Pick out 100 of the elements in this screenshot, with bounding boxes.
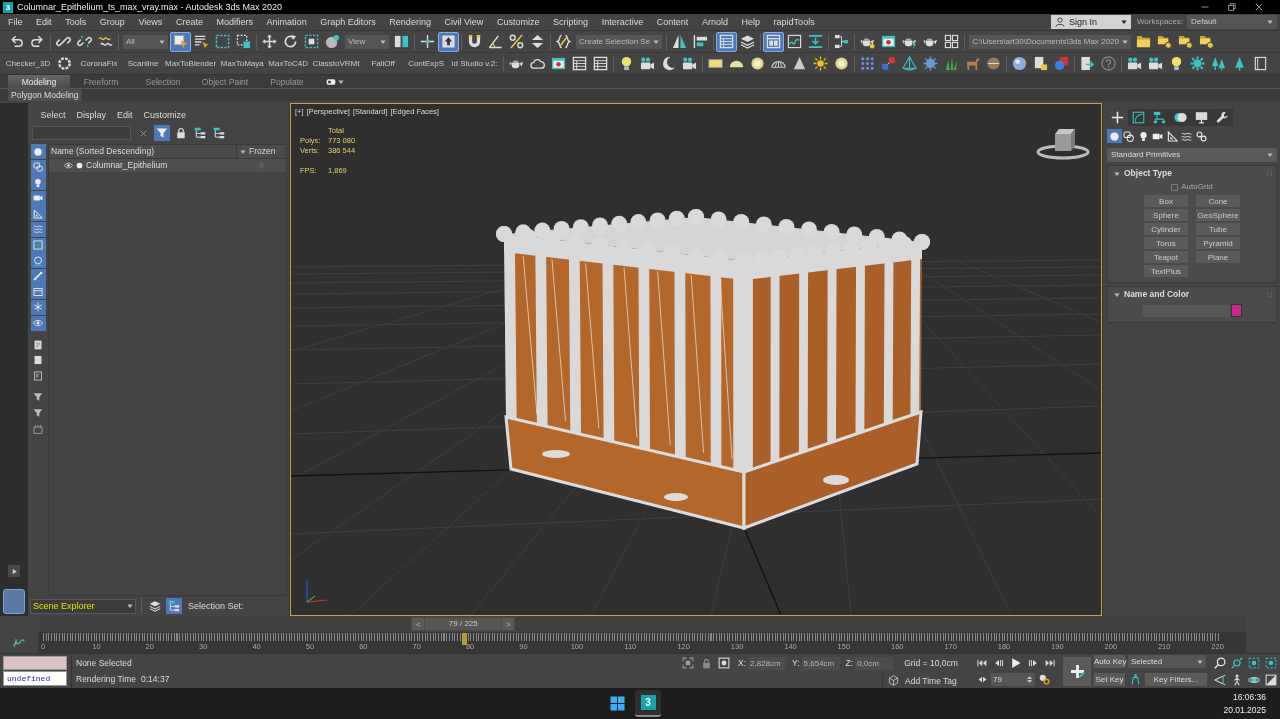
command-panel-tab[interactable] (1128, 109, 1149, 126)
filter-toggle-button[interactable] (30, 315, 46, 331)
current-frame-marker[interactable] (462, 633, 468, 645)
isolate-button[interactable] (680, 655, 696, 671)
toolbar-button[interactable] (763, 31, 785, 52)
filter-toggle-button[interactable] (30, 175, 46, 191)
search-field[interactable] (32, 126, 131, 140)
explorer-tool-button[interactable] (192, 125, 208, 141)
current-frame-field[interactable]: 79 (991, 673, 1035, 686)
menu-item[interactable]: Arnold (695, 16, 735, 28)
filter-toggle-button[interactable] (30, 190, 46, 206)
toolbar-text-button[interactable]: MaxToC4D (266, 54, 311, 73)
toolbar-text-button[interactable]: MaxToBlender (163, 54, 219, 73)
previous-frame-button[interactable]: < (412, 618, 425, 630)
ribbon-tab[interactable]: Freeform (70, 75, 132, 88)
toolbar-text-button[interactable]: ClasstoVRMt (310, 54, 363, 73)
explorer-menu-item[interactable]: Select (35, 110, 71, 121)
toolbar-text-button[interactable]: ContExpS (404, 54, 449, 73)
toolbar-text-button[interactable]: id Studio v.2: (448, 54, 502, 73)
menu-item[interactable]: Rendering (382, 16, 438, 28)
explorer-view-button[interactable] (147, 598, 163, 614)
menu-item[interactable]: Edit (29, 16, 59, 28)
primitive-button[interactable]: TextPlus (1144, 265, 1188, 277)
menu-item[interactable]: Help (734, 16, 767, 28)
tree-row[interactable]: Columnar_Epithelium (49, 159, 286, 172)
primitive-button[interactable]: Sphere (1144, 209, 1188, 221)
ribbon-tab[interactable]: Object Paint (194, 75, 256, 88)
sign-in-button[interactable]: Sign In (1050, 15, 1131, 29)
script-input-field[interactable] (3, 656, 67, 670)
add-time-tag-button[interactable]: Add Time Tag (888, 675, 957, 686)
workspace-dropdown[interactable]: Default (1187, 15, 1277, 29)
rollout-title[interactable]: Object Type (1124, 168, 1173, 179)
script-output-field[interactable]: undefined (3, 671, 67, 686)
filter-toggle-button[interactable] (30, 144, 46, 159)
toolbar-dropdown[interactable]: All (123, 34, 168, 49)
viewport-navigation-button[interactable] (1263, 654, 1279, 671)
ribbon-panel-tab[interactable]: Polygon Modeling (8, 89, 82, 101)
explorer-tool-button[interactable] (154, 125, 170, 141)
primitive-button[interactable]: Tube (1196, 223, 1240, 235)
object-name-field[interactable] (1142, 304, 1230, 317)
ribbon-tab[interactable]: Selection (132, 75, 194, 88)
toolbar-dropdown[interactable]: View (345, 34, 389, 49)
primitive-button[interactable]: Box (1144, 195, 1188, 207)
transform-mode-button[interactable] (716, 655, 732, 671)
explorer-menu-item[interactable]: Customize (138, 110, 192, 121)
rollout-title[interactable]: Name and Color (1124, 289, 1190, 300)
expand-button[interactable] (8, 565, 20, 577)
menu-item[interactable]: Modifiers (209, 16, 260, 28)
next-frame-button[interactable]: > (502, 618, 515, 630)
primitive-button[interactable]: Cone (1196, 195, 1240, 207)
menu-item[interactable]: Create (169, 16, 210, 28)
primitive-button[interactable]: Pyramid (1196, 237, 1240, 249)
menu-item[interactable]: Tools (58, 16, 94, 28)
viewport-navigation-button[interactable] (1246, 654, 1262, 671)
viewport-navigation-button[interactable] (1263, 671, 1279, 688)
time-slider-thumb[interactable]: < 79 / 225 > (411, 617, 516, 631)
primitive-button[interactable]: GeoSphere (1196, 209, 1240, 221)
menu-item[interactable]: Animation (259, 16, 314, 28)
column-header[interactable]: Frozen (249, 146, 276, 157)
toolbar-button[interactable] (716, 31, 738, 52)
primitive-button[interactable]: Teapot (1144, 251, 1188, 263)
menu-item[interactable]: Graph Editors (313, 16, 383, 28)
menu-item[interactable]: rapidTools (766, 16, 822, 28)
toolbar-text-button[interactable]: Scanline (123, 54, 163, 73)
filter-toggle-button[interactable] (30, 253, 46, 269)
toolbar-text-button[interactable]: Checker_3D (2, 54, 54, 73)
toolbar-text-button[interactable]: CoronaFix (75, 54, 123, 73)
auto-key-button[interactable]: Auto Key (1094, 655, 1125, 668)
toolbar-button[interactable] (259, 31, 280, 52)
toolbar-text-button[interactable]: FallOff (362, 54, 405, 73)
key-filters-button[interactable]: Key Filters... (1145, 672, 1207, 686)
column-header[interactable]: Name (Sorted Descending) (49, 146, 236, 157)
primitive-button[interactable]: Cylinder (1144, 223, 1188, 235)
toolbar-dropdown[interactable]: Create Selection Se (576, 34, 663, 49)
toolbar-button[interactable] (438, 31, 459, 52)
toolbar-text-button[interactable]: MaxToMaya (218, 54, 267, 73)
filter-toggle-button[interactable] (30, 159, 46, 175)
time-slider-track[interactable]: < 79 / 225 > (40, 617, 1246, 631)
view-cube-icon[interactable] (1035, 126, 1091, 160)
explorer-menu-item[interactable]: Edit (111, 110, 139, 121)
filter-toggle-button[interactable] (30, 206, 46, 222)
filter-toggle-button[interactable] (30, 284, 46, 300)
menu-item[interactable]: Views (131, 16, 170, 28)
explorer-view-button[interactable] (166, 598, 182, 614)
menu-item[interactable]: Customize (490, 16, 547, 28)
menu-item[interactable]: Group (93, 16, 132, 28)
explorer-menu-item[interactable]: Display (71, 110, 112, 121)
filter-toggle-button[interactable] (30, 299, 46, 315)
ribbon-tab[interactable]: Populate (256, 75, 318, 88)
category-button[interactable] (1121, 129, 1136, 143)
ribbon-tab[interactable]: Modeling (8, 75, 70, 88)
category-button[interactable] (1194, 129, 1209, 143)
menu-item[interactable]: File (0, 16, 30, 28)
category-dropdown[interactable]: Standard Primitives (1107, 148, 1277, 162)
filter-toggle-button[interactable] (30, 221, 46, 237)
key-mode-dropdown[interactable]: Selected (1128, 655, 1206, 668)
category-button[interactable] (1107, 129, 1122, 143)
menu-item[interactable]: Civil View (437, 16, 491, 28)
category-button[interactable] (1165, 129, 1180, 143)
explorer-dropdown[interactable]: Scene Explorer (30, 598, 136, 614)
